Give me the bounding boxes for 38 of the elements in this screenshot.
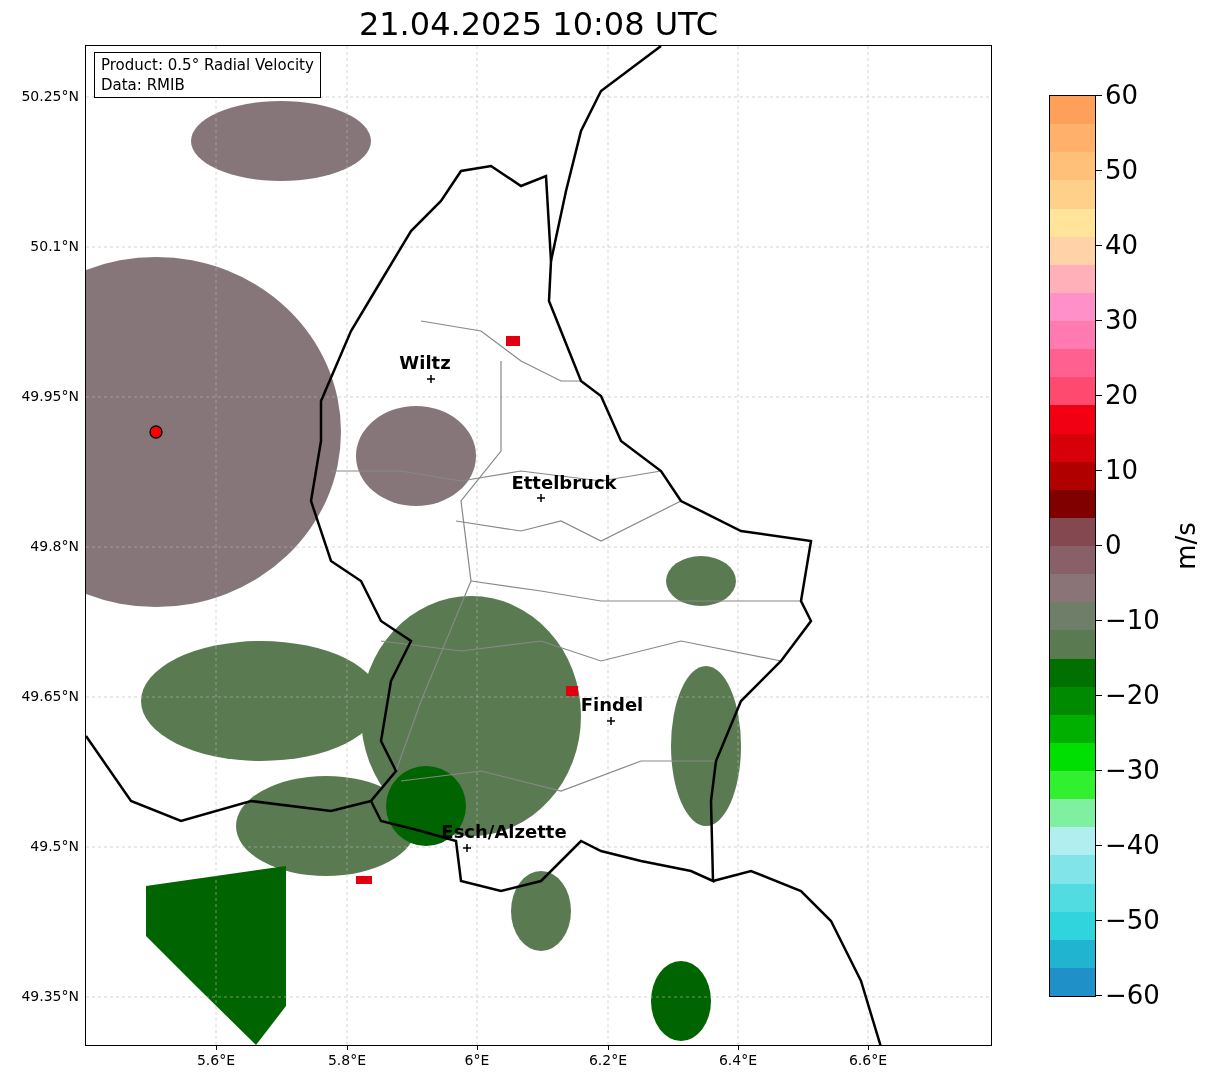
colorbar-tick-label: −10: [1105, 607, 1160, 633]
colorbar-tick-label: −30: [1105, 757, 1160, 783]
latitude-label: 49.35°N: [21, 989, 79, 1003]
colorbar-tick-label: 20: [1105, 382, 1139, 408]
longitude-label: 6°E: [464, 1053, 490, 1067]
latitude-label: 50.1°N: [30, 239, 79, 253]
colorbar-tick-label: 40: [1105, 232, 1139, 258]
city-label: Findel: [580, 696, 644, 714]
longitude-label: 6.4°E: [718, 1053, 758, 1067]
radar-site-icon: [149, 425, 163, 439]
chart-title: 21.04.2025 10:08 UTC: [358, 8, 719, 40]
latitude-label: 49.8°N: [30, 539, 79, 553]
colorbar-tick-label: −40: [1105, 832, 1160, 858]
colorbar-tick-label: 10: [1105, 457, 1139, 483]
longitude-label: 5.6°E: [196, 1053, 236, 1067]
latitude-label: 49.65°N: [21, 689, 79, 703]
latitude-label: 49.5°N: [30, 839, 79, 853]
colorbar-tick-label: −60: [1105, 982, 1160, 1008]
colorbar-tick-label: 50: [1105, 157, 1139, 183]
cross-marker-icon: [463, 844, 471, 852]
colorbar-tick-label: 0: [1105, 532, 1122, 558]
latitude-label: 49.95°N: [21, 389, 79, 403]
latitude-label: 50.25°N: [21, 89, 79, 103]
colorbar-label: m/s: [1173, 522, 1199, 570]
info-text: Data: RMIB: [101, 75, 186, 95]
longitude-label: 5.8°E: [327, 1053, 367, 1067]
colorbar-tick-label: −50: [1105, 907, 1160, 933]
cross-marker-icon: [427, 375, 435, 383]
colorbar-tick-label: −20: [1105, 682, 1160, 708]
longitude-label: 6.6°E: [848, 1053, 888, 1067]
colorbar-tick-label: 60: [1105, 82, 1139, 108]
colorbar-tick-label: 30: [1105, 307, 1139, 333]
city-label: Wiltz: [399, 354, 451, 372]
longitude-label: 6.2°E: [588, 1053, 628, 1067]
city-label: Ettelbruck: [511, 474, 617, 492]
cross-marker-icon: [607, 717, 615, 725]
info-text: Product: 0.5° Radial Velocity: [101, 55, 314, 75]
cross-marker-icon: [537, 494, 545, 502]
